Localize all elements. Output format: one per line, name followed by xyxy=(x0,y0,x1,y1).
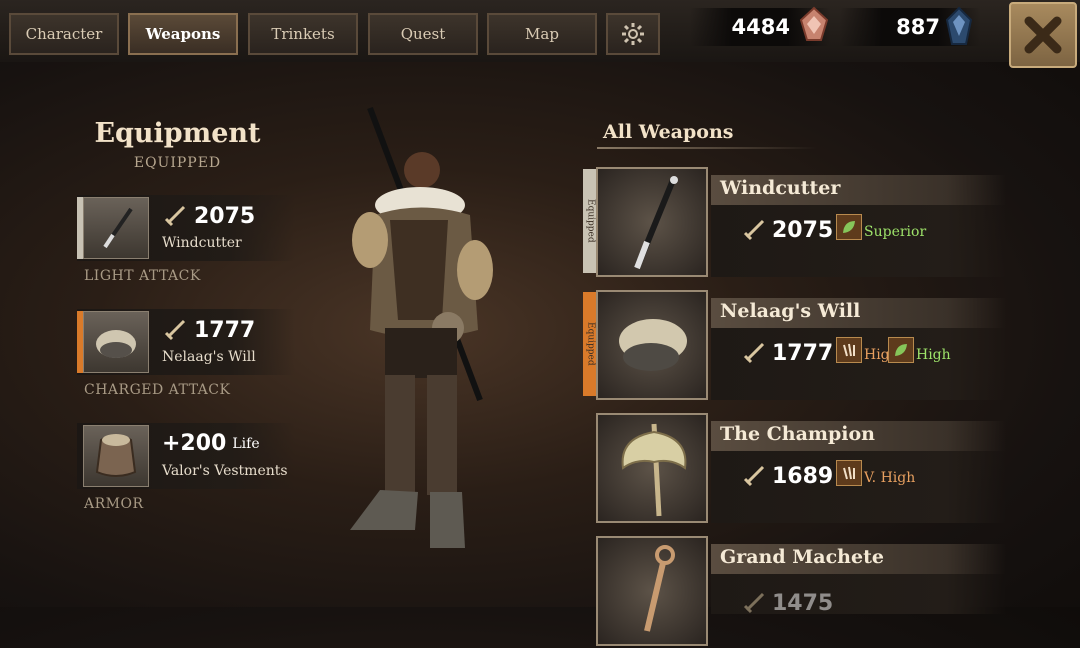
sword-image xyxy=(596,167,708,277)
tab-weapons[interactable]: Weapons xyxy=(128,13,238,55)
weapon-item-nelaags-will[interactable]: Equipped Nelaag's Will 1777 High High xyxy=(583,290,1023,402)
equip-slot-light-attack[interactable]: 2075 Windcutter xyxy=(77,195,295,261)
currency-value: 4484 xyxy=(731,15,790,39)
gem-blue-icon xyxy=(945,6,973,45)
equipment-subtitle: EQUIPPED xyxy=(133,155,222,171)
rating-badge: Superior xyxy=(836,214,926,240)
armor-image xyxy=(83,425,149,487)
armor-name: Valor's Vestments xyxy=(162,463,288,479)
weapon-item-windcutter[interactable]: Equipped Windcutter 2075 Superior xyxy=(583,167,1023,279)
sword-icon xyxy=(743,342,765,364)
sword-icon xyxy=(743,465,765,487)
weapon-name: Nelaag's Will xyxy=(720,300,861,322)
life-value: +200 xyxy=(162,431,227,456)
sword-icon xyxy=(743,219,765,241)
attack-value: 1475 xyxy=(772,590,834,616)
tab-map[interactable]: Map xyxy=(487,13,597,55)
close-icon xyxy=(1024,16,1062,54)
gear-icon xyxy=(622,23,644,45)
close-button[interactable] xyxy=(1009,2,1077,68)
rating-badge: High xyxy=(888,337,951,363)
slot-label-armor: ARMOR xyxy=(84,496,144,512)
weapon-name: Windcutter xyxy=(720,177,841,199)
attack-value: 2075 xyxy=(194,203,256,229)
hero-character xyxy=(350,106,493,548)
leaf-icon xyxy=(888,337,914,363)
weapon-name: Nelaag's Will xyxy=(162,349,256,365)
weapon-name: Grand Machete xyxy=(720,546,884,568)
weapon-item-the-champion[interactable]: The Champion 1689 V. High xyxy=(583,413,1023,525)
sword-icon xyxy=(164,205,186,227)
equip-slot-armor[interactable]: +200 Life Valor's Vestments xyxy=(77,423,295,489)
slot-label-light-attack: LIGHT ATTACK xyxy=(84,268,201,284)
slot-label-charged-attack: CHARGED ATTACK xyxy=(84,382,231,398)
gauntlet-image xyxy=(596,290,708,400)
title-divider xyxy=(597,147,817,149)
tab-trinkets[interactable]: Trinkets xyxy=(248,13,358,55)
leaf-icon xyxy=(836,214,862,240)
attack-value: 1777 xyxy=(772,340,834,366)
claw-icon xyxy=(836,460,862,486)
life-suffix: Life xyxy=(232,435,260,452)
attack-value: 2075 xyxy=(772,217,834,243)
weapon-item-grand-machete[interactable]: Grand Machete 1475 xyxy=(583,536,1023,648)
equip-slot-charged-attack[interactable]: 1777 Nelaag's Will xyxy=(77,309,295,375)
tab-quest[interactable]: Quest xyxy=(368,13,478,55)
sword-icon xyxy=(743,592,765,614)
all-weapons-title: All Weapons xyxy=(603,121,734,143)
weapon-name: Windcutter xyxy=(162,235,242,251)
claw-icon xyxy=(836,337,862,363)
sword-image xyxy=(83,197,149,259)
weapon-name: The Champion xyxy=(720,423,875,445)
attack-value: 1777 xyxy=(194,317,256,343)
gauntlet-image xyxy=(83,311,149,373)
gem-red-icon xyxy=(799,6,829,41)
sword-icon xyxy=(164,319,186,341)
tab-character[interactable]: Character xyxy=(9,13,119,55)
currency-value: 887 xyxy=(896,15,940,39)
equipment-title: Equipment xyxy=(94,118,261,149)
machete-image xyxy=(596,536,708,646)
settings-button[interactable] xyxy=(606,13,660,55)
rating-badge: V. High xyxy=(836,460,915,486)
axe-image xyxy=(596,413,708,523)
attack-value: 1689 xyxy=(772,463,834,489)
